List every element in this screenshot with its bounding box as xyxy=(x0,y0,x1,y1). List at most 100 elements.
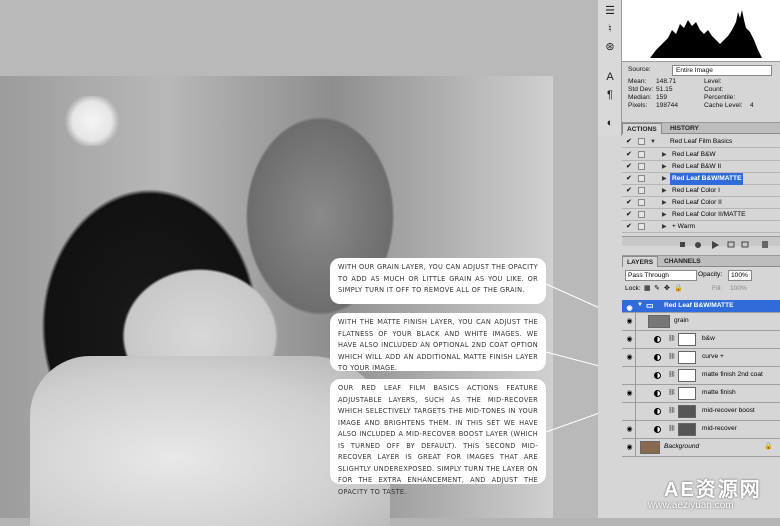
action-item[interactable]: ✔ ▶ Red Leaf Color II/MATTE xyxy=(622,209,780,221)
histogram-graph xyxy=(622,0,780,62)
check-icon[interactable]: ✔ xyxy=(626,223,632,230)
eye-icon[interactable]: ◉ xyxy=(625,443,634,452)
dialog-toggle[interactable] xyxy=(638,211,645,218)
chain-icon: ⛓ xyxy=(668,390,676,396)
expand-right-icon[interactable]: ▶ xyxy=(662,221,667,233)
layer-name: Red Leaf B&W/MATTE xyxy=(664,302,734,309)
action-label: Red Leaf B&W xyxy=(672,151,716,158)
chain-icon: ⛓ xyxy=(668,408,676,414)
paint-icon[interactable]: ♮ xyxy=(603,22,617,36)
mean-value: 148.71 xyxy=(656,78,677,85)
lock-icon[interactable]: 🔒 xyxy=(674,284,683,292)
action-controls xyxy=(680,241,768,249)
percentile-label: Percentile: xyxy=(704,94,736,101)
action-item-selected[interactable]: ✔ ▶ Red Leaf B&W/MATTE xyxy=(622,173,780,185)
clone-icon[interactable]: ⊛ xyxy=(603,40,617,54)
fill-value[interactable]: 100% xyxy=(730,285,747,292)
action-item[interactable]: ✔ ▶ + Warm xyxy=(622,221,780,233)
eye-icon[interactable]: ◉ xyxy=(625,335,634,344)
dialog-toggle[interactable] xyxy=(638,138,645,145)
check-icon[interactable]: ✔ xyxy=(626,175,632,182)
median-value: 159 xyxy=(656,94,668,101)
layer-row-background[interactable]: ◉ Background 🔒 xyxy=(622,439,780,457)
stop-icon xyxy=(680,242,685,247)
action-set-name: Red Leaf Film Basics xyxy=(670,138,733,145)
eye-icon[interactable]: ◉ xyxy=(625,304,634,313)
adjustment-icon xyxy=(654,426,661,433)
layer-row[interactable]: ◉ grain xyxy=(622,313,780,331)
eye-icon[interactable]: ◉ xyxy=(625,425,634,434)
callout-matte: With the matte finish layer, you can adj… xyxy=(330,313,546,372)
paragraph-icon[interactable]: ¶ xyxy=(603,88,617,102)
sliders-icon[interactable]: ☰ xyxy=(603,4,617,18)
layer-row[interactable]: ◉ ⛓ b&w xyxy=(622,331,780,349)
record-icon xyxy=(695,242,701,248)
character-icon[interactable]: A xyxy=(603,70,617,84)
chain-icon: ⛓ xyxy=(668,426,676,432)
expand-down-icon[interactable]: ▼ xyxy=(650,136,656,148)
eye-column xyxy=(622,367,636,384)
layer-row[interactable]: ⛓ matte finish 2nd coat xyxy=(622,367,780,385)
layer-mask xyxy=(678,351,696,364)
lock-pixels-icon[interactable]: ▦ xyxy=(644,284,651,292)
tab-channels[interactable]: CHANNELS xyxy=(660,256,705,267)
expand-right-icon[interactable]: ▶ xyxy=(662,161,667,173)
eye-icon[interactable]: ◉ xyxy=(625,317,634,326)
histogram-stats: Source: Entire Image Mean: 148.71 Std De… xyxy=(622,62,780,120)
layer-name: grain xyxy=(674,317,689,324)
opacity-input[interactable]: 100% xyxy=(728,270,752,281)
dialog-toggle[interactable] xyxy=(638,163,645,170)
move-icon[interactable]: ✥ xyxy=(664,284,670,292)
eye-column xyxy=(622,403,636,420)
action-label: Red Leaf Color II xyxy=(672,199,722,206)
layer-mask xyxy=(678,405,696,418)
eye-icon[interactable]: ◉ xyxy=(625,353,634,362)
level-label: Level: xyxy=(704,78,722,85)
dialog-toggle[interactable] xyxy=(638,175,645,182)
action-item[interactable]: ✔ ▶ Red Leaf B&W xyxy=(622,149,780,161)
brush-icon[interactable]: ✎ xyxy=(654,284,660,292)
tone-icon[interactable]: ◐ xyxy=(603,116,617,130)
layer-row[interactable]: ◉ ⛓ mid-recover xyxy=(622,421,780,439)
action-item[interactable]: ✔ ▶ Red Leaf Color I xyxy=(622,185,780,197)
layer-row[interactable]: ⛓ mid-recover boost xyxy=(622,403,780,421)
layer-name: matte finish 2nd coat xyxy=(702,371,763,378)
layer-name: curve + xyxy=(702,353,724,360)
expand-right-icon[interactable]: ▶ xyxy=(662,197,667,209)
eye-icon[interactable]: ◉ xyxy=(625,389,634,398)
action-set-row[interactable]: ✔ ▼ Red Leaf Film Basics xyxy=(622,136,780,148)
lock-row: Lock: ▦ ✎ ✥ 🔒 Fill: 100% xyxy=(622,283,780,295)
dialog-toggle[interactable] xyxy=(638,199,645,206)
dialog-toggle[interactable] xyxy=(638,223,645,230)
check-icon[interactable]: ✔ xyxy=(626,187,632,194)
layer-group[interactable]: ◉ ▼ ▭ Red Leaf B&W/MATTE xyxy=(622,300,780,313)
check-icon[interactable]: ✔ xyxy=(626,211,632,218)
expand-right-icon[interactable]: ▶ xyxy=(662,149,667,161)
layer-mask xyxy=(678,387,696,400)
dialog-toggle[interactable] xyxy=(638,151,645,158)
check-icon[interactable]: ✔ xyxy=(626,138,632,145)
lock-label: Lock: xyxy=(625,285,641,292)
median-label: Median: xyxy=(628,94,652,101)
dialog-toggle[interactable] xyxy=(638,187,645,194)
expand-right-icon[interactable]: ▶ xyxy=(662,173,667,185)
expand-down-icon[interactable]: ▼ xyxy=(637,302,643,308)
expand-right-icon[interactable]: ▶ xyxy=(662,209,667,221)
action-item[interactable]: ✔ ▶ Red Leaf Color II xyxy=(622,197,780,209)
actions-tabbar: ACTIONS HISTORY xyxy=(622,123,780,134)
check-icon[interactable]: ✔ xyxy=(626,151,632,158)
pixels-label: Pixels: xyxy=(628,102,648,109)
check-icon[interactable]: ✔ xyxy=(626,163,632,170)
source-select[interactable]: Entire Image xyxy=(672,65,772,76)
tab-layers[interactable]: LAYERS xyxy=(622,256,659,267)
layer-row[interactable]: ◉ ⛓ curve + xyxy=(622,349,780,367)
callout-grain: With our grain layer, you can adjust the… xyxy=(330,258,546,304)
tab-actions[interactable]: ACTIONS xyxy=(622,123,662,134)
blend-mode-select[interactable]: Pass Through xyxy=(625,270,697,281)
action-item[interactable]: ✔ ▶ Red Leaf B&W II xyxy=(622,161,780,173)
layer-row[interactable]: ◉ ⛓ matte finish xyxy=(622,385,780,403)
expand-right-icon[interactable]: ▶ xyxy=(662,185,667,197)
action-label: Red Leaf B&W/MATTE xyxy=(670,173,744,185)
check-icon[interactable]: ✔ xyxy=(626,199,632,206)
tab-history[interactable]: HISTORY xyxy=(666,123,703,134)
